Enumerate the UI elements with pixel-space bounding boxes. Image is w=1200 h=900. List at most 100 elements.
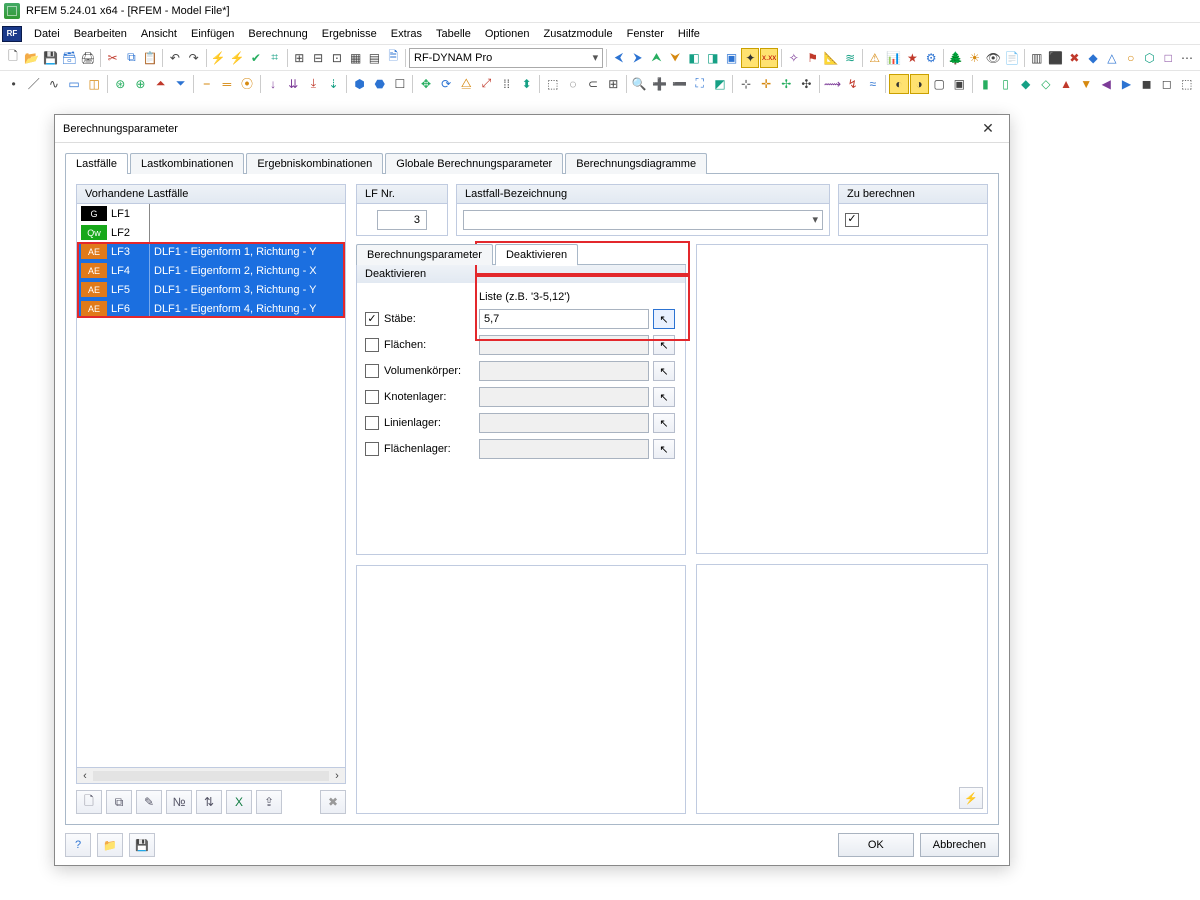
pick-icon[interactable]: ↖ xyxy=(653,413,675,433)
tree-icon[interactable]: 🌲 xyxy=(947,48,965,68)
green2-icon[interactable]: ▯ xyxy=(996,74,1015,94)
check-icon[interactable]: ✔ xyxy=(247,48,265,68)
load3-icon[interactable]: ⤓ xyxy=(304,74,323,94)
dot-icon[interactable]: • xyxy=(4,74,23,94)
sq-icon[interactable]: □ xyxy=(1159,48,1177,68)
redo-icon[interactable]: ↷ xyxy=(185,48,203,68)
purple1-icon[interactable]: ◀ xyxy=(1097,74,1116,94)
shape-icon[interactable]: ◆ xyxy=(1084,48,1102,68)
menu-hilfe[interactable]: Hilfe xyxy=(676,26,702,42)
close-icon[interactable]: ✕ xyxy=(975,119,1001,139)
hinge-icon[interactable]: ⦿ xyxy=(237,74,256,94)
save-all-icon[interactable]: 🗃 xyxy=(60,48,78,68)
circ-icon[interactable]: ○ xyxy=(1122,48,1140,68)
doc-icon[interactable]: 🗎 xyxy=(384,48,402,68)
help-icon[interactable]: ? xyxy=(65,833,91,857)
more-icon[interactable]: ⋯ xyxy=(1178,48,1196,68)
new-lc-icon[interactable]: 🗋 xyxy=(76,790,102,814)
col-icon[interactable]: ▥ xyxy=(1028,48,1046,68)
nav-down-icon[interactable]: ⮟ xyxy=(666,48,684,68)
move-icon[interactable]: ✥ xyxy=(416,74,435,94)
ok-button[interactable]: OK xyxy=(838,833,914,857)
export-icon[interactable]: ⇪ xyxy=(256,790,282,814)
xxx-icon[interactable]: x.xx xyxy=(760,48,778,68)
table-icon[interactable]: ▤ xyxy=(366,48,384,68)
menu-datei[interactable]: Datei xyxy=(32,26,62,42)
disp3-icon[interactable]: ≈ xyxy=(863,74,882,94)
line-icon[interactable]: ／ xyxy=(24,74,43,94)
list-hscroll[interactable]: ‹ › xyxy=(76,768,346,784)
open-icon[interactable]: 📂 xyxy=(23,48,41,68)
chart-icon[interactable]: 📊 xyxy=(885,48,903,68)
load4-icon[interactable]: ⇣ xyxy=(324,74,343,94)
subtab-deaktivieren[interactable]: Deaktivieren xyxy=(495,244,578,265)
axis3-icon[interactable]: ✢ xyxy=(777,74,796,94)
flag-icon[interactable]: ⚑ xyxy=(804,48,822,68)
wire-icon[interactable]: ▢ xyxy=(930,74,949,94)
blue1-icon[interactable]: ▶ xyxy=(1117,74,1136,94)
highlight-icon[interactable]: ✦ xyxy=(741,48,759,68)
axis-icon[interactable]: ⊹ xyxy=(736,74,755,94)
flash2-icon[interactable]: ⚡ xyxy=(228,48,246,68)
cube-icon[interactable]: ⬛ xyxy=(1047,48,1065,68)
print-icon[interactable]: 🖨 xyxy=(79,48,97,68)
green3-icon[interactable]: ◇ xyxy=(1036,74,1055,94)
gray1-icon[interactable]: ◼ xyxy=(1137,74,1156,94)
green1-icon[interactable]: ▮ xyxy=(976,74,995,94)
sup-icon[interactable]: ⏶ xyxy=(151,74,170,94)
layer-icon[interactable]: ≋ xyxy=(841,48,859,68)
lfnr-input[interactable] xyxy=(377,210,427,230)
scroll-left-icon[interactable]: ‹ xyxy=(77,769,93,783)
extr-icon[interactable]: ⬍ xyxy=(517,74,536,94)
excel-icon[interactable]: X xyxy=(226,790,252,814)
menu-bearbeiten[interactable]: Bearbeiten xyxy=(72,26,129,42)
pick-icon[interactable]: ↖ xyxy=(653,361,675,381)
cancel-button[interactable]: Abbrechen xyxy=(920,833,999,857)
folder-icon[interactable]: 📁 xyxy=(97,833,123,857)
hex-icon[interactable]: ⬡ xyxy=(1141,48,1159,68)
subtab-berechnungsparameter[interactable]: Berechnungsparameter xyxy=(356,244,493,265)
star-icon[interactable]: ★ xyxy=(903,48,921,68)
lightning-icon[interactable]: ⚡ xyxy=(959,787,983,809)
scale-icon[interactable]: ⤢ xyxy=(477,74,496,94)
deakt-checkbox-staebe[interactable] xyxy=(365,312,379,326)
flash-icon[interactable]: ⚡ xyxy=(209,48,227,68)
tab-berechnungsdiagramme[interactable]: Berechnungsdiagramme xyxy=(565,153,707,174)
grid4-icon[interactable]: ▦ xyxy=(347,48,365,68)
node-icon[interactable]: ⊛ xyxy=(111,74,130,94)
beam2-icon[interactable]: ═ xyxy=(217,74,236,94)
module-combo[interactable]: RF-DYNAM Pro ▾ xyxy=(409,48,603,68)
orange1-icon[interactable]: ▼ xyxy=(1077,74,1096,94)
paste-icon[interactable]: 📋 xyxy=(141,48,159,68)
list-item[interactable]: AE LF6 DLF1 - Eigenform 4, Richtung - Y xyxy=(77,299,345,318)
all-icon[interactable]: ⊞ xyxy=(604,74,623,94)
load-icon[interactable]: ↓ xyxy=(264,74,283,94)
box-icon[interactable]: ▣ xyxy=(723,48,741,68)
menu-zusatzmodule[interactable]: Zusatzmodule xyxy=(542,26,615,42)
grid3-icon[interactable]: ⊡ xyxy=(328,48,346,68)
deakt-checkbox-flaechen[interactable] xyxy=(365,338,379,352)
cut-icon[interactable]: ✂ xyxy=(104,48,122,68)
save-icon[interactable]: 💾 xyxy=(42,48,60,68)
deakt-checkbox-volumen[interactable] xyxy=(365,364,379,378)
pick-icon[interactable]: ↖ xyxy=(653,335,675,355)
calc-checkbox[interactable] xyxy=(845,213,859,227)
menu-extras[interactable]: Extras xyxy=(389,26,424,42)
delete-lc-icon[interactable]: ✖ xyxy=(320,790,346,814)
zoom-icon[interactable]: 🔍 xyxy=(630,74,649,94)
warn-icon[interactable]: ⚠ xyxy=(866,48,884,68)
teal1-icon[interactable]: ◆ xyxy=(1016,74,1035,94)
nav-up-icon[interactable]: ⮝ xyxy=(648,48,666,68)
tab-lastkombinationen[interactable]: Lastkombinationen xyxy=(130,153,244,174)
rect-icon[interactable]: ▭ xyxy=(64,74,83,94)
tri-icon[interactable]: △ xyxy=(1103,48,1121,68)
sheet-icon[interactable]: 📄 xyxy=(1003,48,1021,68)
edit-lc-icon[interactable]: ✎ xyxy=(136,790,162,814)
red1-icon[interactable]: ▲ xyxy=(1056,74,1075,94)
lasso-icon[interactable]: ⊂ xyxy=(584,74,603,94)
deakt-checkbox-knotenlager[interactable] xyxy=(365,390,379,404)
ruler-icon[interactable]: 📐 xyxy=(822,48,840,68)
new-icon[interactable]: 🗋 xyxy=(4,48,22,68)
list-item[interactable]: AE LF5 DLF1 - Eigenform 3, Richtung - Y xyxy=(77,280,345,299)
tab-lastfaelle[interactable]: Lastfälle xyxy=(65,153,128,174)
